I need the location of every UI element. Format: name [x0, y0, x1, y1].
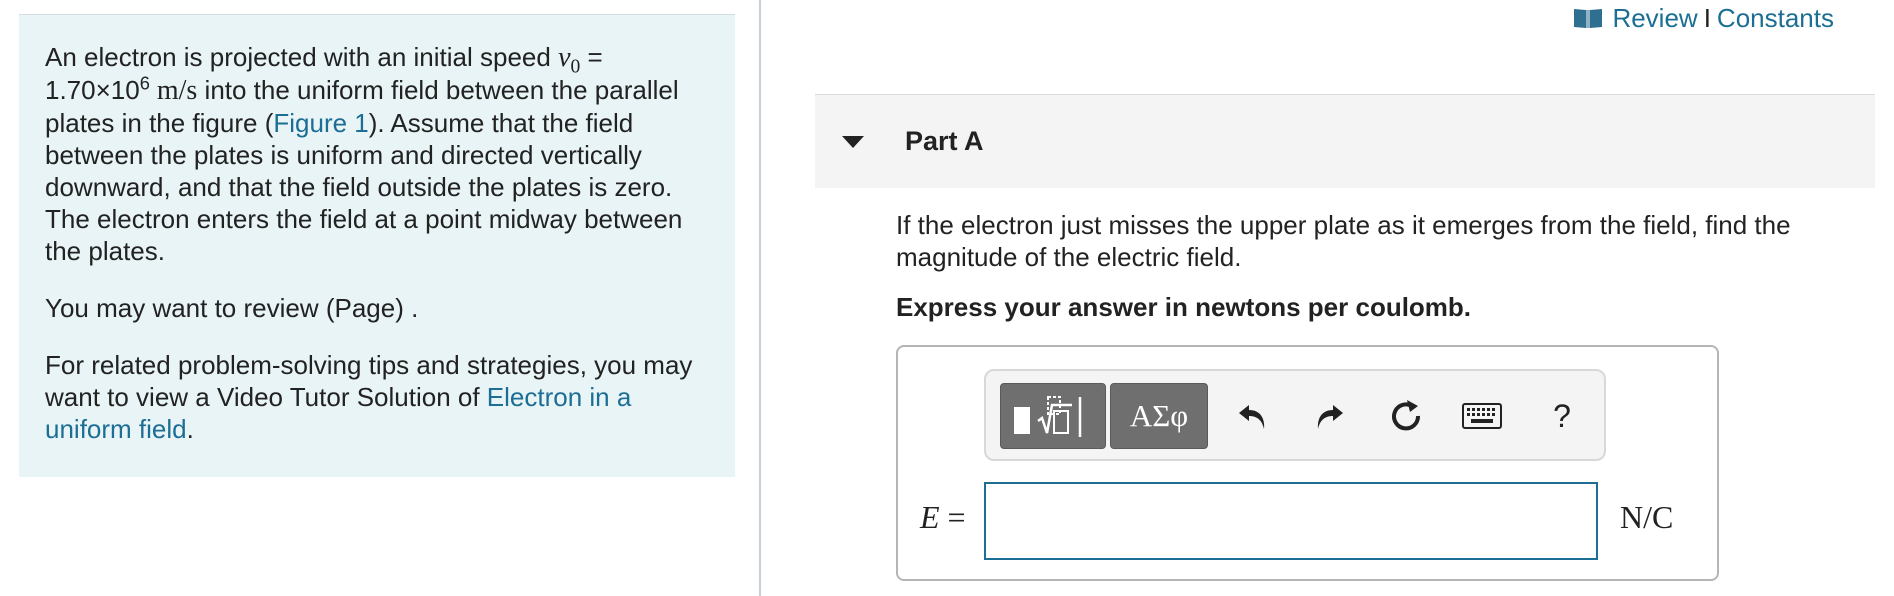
intro-panel: An electron is projected with an initial…: [19, 14, 735, 477]
reset-icon: [1392, 400, 1421, 431]
keyboard-button[interactable]: [1460, 398, 1504, 434]
speed-unit: m/s: [149, 75, 198, 106]
speed-value: 1.70×10: [45, 75, 140, 105]
templates-button[interactable]: [1000, 383, 1106, 449]
answer-box: ΑΣφ ? E = N/C: [896, 345, 1719, 581]
answer-input[interactable]: [984, 482, 1598, 560]
top-links: Review I Constants: [1573, 2, 1834, 34]
open-book-icon: [1574, 9, 1603, 28]
undo-button[interactable]: [1230, 394, 1274, 438]
answer-instruction: Express your answer in newtons per coulo…: [896, 292, 1472, 322]
intro-text: An electron is projected with an initial…: [45, 42, 559, 72]
intro-paragraph-1: An electron is projected with an initial…: [45, 41, 709, 267]
redo-button[interactable]: [1308, 394, 1352, 438]
speed-variable: v0: [558, 42, 581, 78]
equals-sign: =: [580, 42, 603, 72]
caret-down-icon[interactable]: [842, 135, 864, 148]
keyboard-icon: [1462, 403, 1502, 429]
reset-button[interactable]: [1384, 394, 1428, 438]
part-title: Part A: [905, 126, 984, 156]
symbols-button[interactable]: ΑΣφ: [1110, 383, 1208, 449]
intro-paragraph-3: For related problem-solving tips and str…: [45, 350, 693, 444]
figure-1-link[interactable]: Figure 1: [273, 108, 368, 138]
speed-exponent: 6: [139, 73, 150, 94]
part-a-header[interactable]: Part A: [815, 94, 1875, 188]
answer-unit: N/C: [1620, 499, 1674, 535]
column-divider: [759, 0, 761, 596]
undo-icon: [1239, 405, 1265, 429]
link-separator: I: [1703, 3, 1711, 33]
intro-paragraph-2: You may want to review (Page) .: [45, 293, 419, 323]
templates-icon: [1014, 396, 1082, 437]
redo-icon: [1317, 405, 1343, 429]
answer-variable-label: E =: [920, 499, 966, 535]
constants-link[interactable]: Constants: [1717, 2, 1834, 34]
review-link[interactable]: Review: [1612, 2, 1697, 34]
question-text: If the electron just misses the upper pl…: [896, 210, 1791, 272]
math-toolbar: ΑΣφ ?: [984, 369, 1606, 461]
help-button[interactable]: ?: [1540, 394, 1584, 438]
